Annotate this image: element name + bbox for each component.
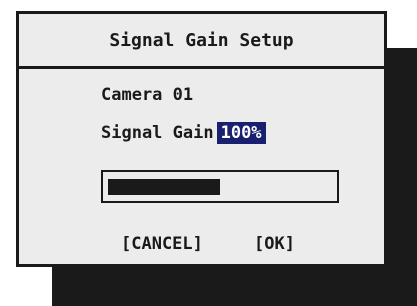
signal-gain-progress-bar (101, 170, 339, 203)
signal-gain-dialog: Signal Gain Setup Camera 01 Signal Gain … (16, 11, 387, 267)
signal-gain-value-field[interactable]: 100% (216, 122, 266, 144)
signal-gain-row: Signal Gain 100% (101, 120, 266, 146)
dialog-title: Signal Gain Setup (109, 29, 294, 51)
camera-label: Camera 01 (101, 85, 194, 105)
ok-button[interactable]: [OK] (254, 234, 295, 254)
signal-gain-label: Signal Gain (101, 123, 214, 143)
dialog-body: Camera 01 Signal Gain 100% [CANCEL] [OK] (19, 69, 384, 267)
cancel-button[interactable]: [CANCEL] (121, 234, 203, 254)
dialog-title-bar: Signal Gain Setup (19, 14, 384, 69)
signal-gain-progress-fill (108, 179, 220, 195)
